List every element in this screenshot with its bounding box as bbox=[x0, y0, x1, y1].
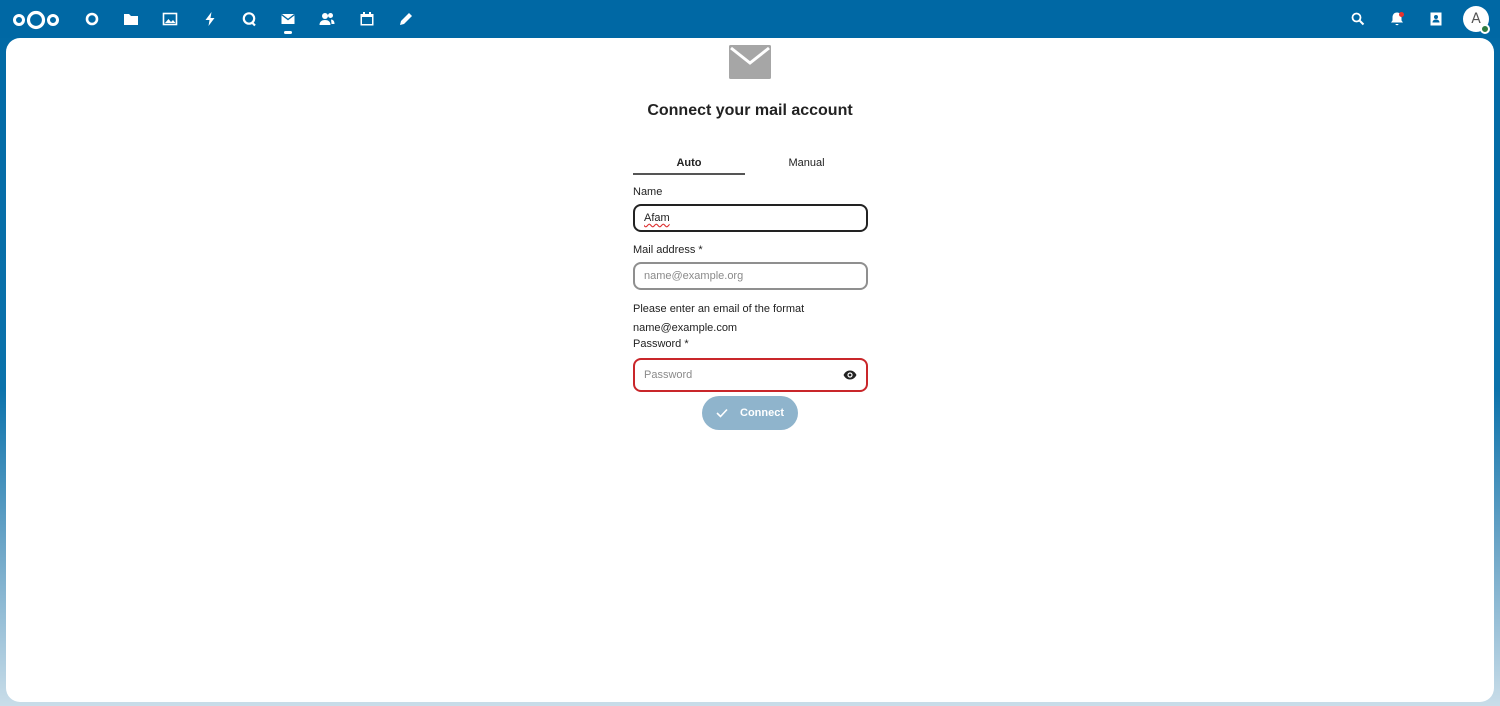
help-text-example: name@example.com bbox=[633, 322, 738, 334]
password-label: Password * bbox=[633, 338, 689, 350]
mail-format-help: Please enter an email of the format name… bbox=[633, 300, 868, 338]
app-mail-button[interactable] bbox=[268, 0, 307, 38]
header-right-actions: A bbox=[1338, 0, 1500, 38]
circle-icon bbox=[85, 12, 98, 26]
folder-icon bbox=[123, 14, 138, 25]
search-button[interactable] bbox=[1338, 0, 1377, 38]
app-dashboard-button[interactable] bbox=[72, 0, 111, 38]
image-icon bbox=[162, 12, 178, 26]
tab-manual[interactable]: Manual bbox=[745, 148, 868, 175]
app-calendar-button[interactable] bbox=[347, 0, 386, 38]
name-label: Name bbox=[633, 186, 663, 198]
help-text-line: Please enter an email of the format bbox=[633, 303, 805, 315]
online-status-indicator bbox=[1480, 24, 1490, 34]
eye-icon[interactable] bbox=[843, 370, 857, 380]
app-contacts-button[interactable] bbox=[308, 0, 347, 38]
nextcloud-logo-icon[interactable] bbox=[12, 9, 60, 31]
app-notes-button[interactable] bbox=[386, 0, 425, 38]
mail-address-field[interactable]: name@example.org bbox=[633, 262, 868, 290]
app-photos-button[interactable] bbox=[151, 0, 190, 38]
search-icon bbox=[1351, 12, 1364, 26]
contacts-book-icon bbox=[1430, 12, 1441, 26]
user-menu-button[interactable]: A bbox=[1455, 0, 1497, 38]
checkmark-icon bbox=[716, 408, 728, 418]
mail-address-label: Mail address * bbox=[633, 244, 703, 256]
chat-icon bbox=[242, 12, 256, 27]
contacts-menu-button[interactable] bbox=[1416, 0, 1455, 38]
account-form: Auto Manual Name Afam Mail address * nam… bbox=[633, 148, 868, 392]
main-content: Connect your mail account Auto Manual Na… bbox=[6, 38, 1494, 702]
app-activity-button[interactable] bbox=[190, 0, 229, 38]
app-talk-button[interactable] bbox=[229, 0, 268, 38]
page-title: Connect your mail account bbox=[647, 102, 853, 119]
people-icon bbox=[319, 13, 335, 25]
app-files-button[interactable] bbox=[111, 0, 150, 38]
password-field[interactable]: Password bbox=[633, 358, 868, 392]
top-header: A bbox=[0, 0, 1500, 38]
setup-mode-tabs: Auto Manual bbox=[633, 148, 868, 175]
mail-address-placeholder: name@example.org bbox=[644, 270, 744, 282]
calendar-icon bbox=[360, 12, 374, 26]
app-navigation bbox=[72, 0, 426, 38]
connect-button-label: Connect bbox=[740, 407, 784, 419]
tab-auto[interactable]: Auto bbox=[633, 148, 745, 175]
password-placeholder: Password bbox=[644, 369, 693, 381]
envelope-icon bbox=[281, 13, 296, 24]
name-value: Afam bbox=[644, 212, 670, 224]
lightning-icon bbox=[205, 12, 215, 26]
notifications-button[interactable] bbox=[1377, 0, 1416, 38]
pencil-icon bbox=[400, 13, 413, 25]
notification-indicator bbox=[1399, 12, 1404, 17]
connect-button[interactable]: Connect bbox=[702, 396, 798, 430]
envelope-icon bbox=[729, 45, 771, 79]
name-field[interactable]: Afam bbox=[633, 204, 868, 232]
